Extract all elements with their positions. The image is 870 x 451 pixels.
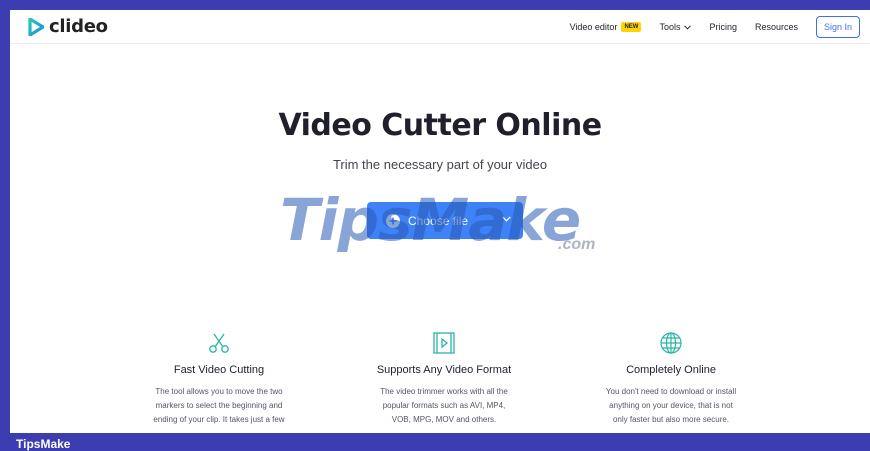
new-badge: NEW [621, 22, 642, 32]
nav-resources[interactable]: Resources [755, 22, 798, 32]
feature-title: Fast Video Cutting [173, 364, 265, 376]
chevron-down-icon [684, 24, 692, 30]
video-frame-icon [433, 332, 455, 354]
feature-desc-line: only faster but also more secure. [612, 415, 730, 424]
feature-desc-line: The tool allows you to move the two [155, 387, 283, 396]
nav-video-editor-label: Video editor [569, 22, 618, 32]
feature-title: Completely Online [626, 364, 716, 376]
nav-tools-label: Tools [659, 22, 681, 32]
feature-desc-line: VOB, MPG, MOV and others. [391, 415, 497, 424]
chevron-down-icon[interactable] [502, 216, 511, 222]
feature-desc-line: anything on your device, that is not [609, 401, 733, 410]
feature-any-format: Supports Any Video Format The video trim… [349, 332, 539, 427]
globe-icon [660, 332, 682, 354]
brand-name: clideo [49, 16, 108, 37]
feature-desc-line: markers to select the beginning and [155, 401, 283, 410]
browser-viewport: clideo Video editor NEW Tools Pricing Re… [10, 10, 870, 433]
top-nav: Video editor NEW Tools Pricing Resources… [570, 10, 870, 44]
feature-description: The tool allows you to move the two mark… [124, 385, 314, 427]
plus-circle-icon [386, 213, 400, 228]
choose-file-label: Choose file [408, 213, 469, 228]
feature-description: You don't need to download or install an… [576, 385, 766, 427]
nav-pricing[interactable]: Pricing [709, 22, 737, 32]
scissors-icon [209, 333, 229, 353]
feature-description: The video trimmer works with all the pop… [349, 385, 539, 427]
nav-video-editor[interactable]: Video editor NEW [570, 22, 642, 32]
watermark-suffix: .com [558, 236, 596, 253]
feature-desc-line: The video trimmer works with all the [380, 387, 508, 396]
feature-fast-cutting: Fast Video Cutting The tool allows you t… [124, 332, 314, 427]
feature-desc-line: ending of your clip. It takes just a few [153, 415, 285, 424]
feature-desc-line: You don't need to download or install [605, 387, 737, 396]
choose-file-button[interactable]: Choose file [367, 202, 523, 239]
page-subtitle: Trim the necessary part of your video [332, 157, 548, 172]
clideo-logo[interactable]: clideo [28, 16, 108, 37]
play-logo-icon [28, 17, 44, 36]
feature-desc-line: popular formats such as AVI, MP4, [382, 401, 506, 410]
nav-tools[interactable]: Tools [659, 22, 692, 32]
page-title: Video Cutter Online [278, 108, 602, 143]
sign-in-button[interactable]: Sign In [816, 16, 860, 38]
site-header: clideo Video editor NEW Tools Pricing Re… [10, 10, 870, 44]
tipsmake-brand-label: TipsMake [16, 437, 71, 451]
feature-title: Supports Any Video Format [376, 364, 512, 376]
feature-completely-online: Completely Online You don't need to down… [576, 332, 766, 427]
